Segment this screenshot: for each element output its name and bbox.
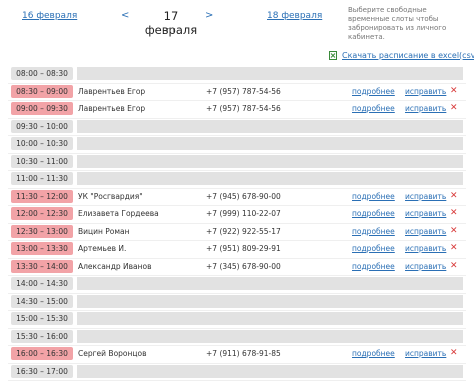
- schedule-row: 08:30 – 09:00 Лаврентьев Егор +7 (957) 787…: [8, 84, 466, 101]
- delete-icon[interactable]: ✕: [450, 190, 458, 203]
- booking-hint: Выберите свободные временные слоты чтобы…: [348, 6, 447, 41]
- edit-link[interactable]: исправить: [405, 190, 446, 203]
- delete-icon[interactable]: ✕: [450, 207, 458, 220]
- delete-icon[interactable]: ✕: [450, 102, 458, 115]
- schedule-row: 11:30 – 12:00 УК "Росгвардия" +7 (945) 678…: [8, 189, 466, 206]
- free-slot-bar[interactable]: [77, 294, 463, 308]
- free-slot-bar[interactable]: [77, 172, 463, 185]
- export-excel-label[interactable]: Скачать расписание в excel(csv): [342, 51, 474, 60]
- time-slot-badge[interactable]: 16:00 – 16:30: [11, 347, 73, 360]
- edit-link[interactable]: исправить: [405, 225, 446, 238]
- client-phone: +7 (951) 809-29-91: [206, 244, 281, 253]
- schedule-row: 16:00 – 16:30 Сергей Воронцов +7 (911) 678…: [8, 346, 466, 364]
- client-name: Артемьев И.: [78, 244, 127, 253]
- details-link[interactable]: подробнее: [352, 242, 395, 255]
- chevron-right-icon[interactable]: >: [205, 10, 213, 21]
- edit-link[interactable]: исправить: [405, 260, 446, 273]
- time-slot-badge[interactable]: 13:00 – 13:30: [11, 242, 73, 255]
- time-slot-badge[interactable]: 16:30 – 17:00: [11, 364, 73, 378]
- prev-day-link[interactable]: 16 февраля: [22, 11, 77, 21]
- details-link[interactable]: подробнее: [352, 225, 395, 238]
- client-name: Сергей Воронцов: [78, 349, 147, 358]
- client-name: Вицин Роман: [78, 226, 130, 236]
- details-link[interactable]: подробнее: [352, 347, 395, 360]
- free-slot-bar[interactable]: [77, 67, 463, 80]
- delete-icon[interactable]: ✕: [450, 242, 458, 255]
- time-slot-badge[interactable]: 08:30 – 09:00: [11, 84, 73, 98]
- schedule-row: 09:30 – 10:00: [8, 119, 466, 136]
- edit-link[interactable]: исправить: [405, 242, 446, 255]
- free-slot-bar[interactable]: [77, 277, 463, 290]
- schedule-row: 13:30 – 14:00 Александр Иванов +7 (345) 67…: [8, 259, 466, 276]
- chevron-left-icon[interactable]: <: [121, 10, 129, 21]
- delete-icon[interactable]: ✕: [450, 347, 458, 360]
- weekday-label: пт: [166, 26, 176, 34]
- client-name: Лаврентьев Егор: [78, 86, 146, 96]
- client-name: Александр Иванов: [78, 261, 152, 271]
- schedule-row: 14:30 – 15:00: [8, 294, 466, 311]
- free-slot-bar[interactable]: [77, 312, 463, 325]
- edit-link[interactable]: исправить: [405, 347, 446, 360]
- next-day-link[interactable]: 18 февраля: [267, 11, 322, 21]
- client-phone: +7 (957) 787-54-56: [206, 104, 281, 113]
- client-phone: +7 (999) 110-22-07: [206, 209, 281, 218]
- time-slot-badge[interactable]: 10:00 – 10:30: [11, 137, 73, 150]
- client-name: Лаврентьев Егор: [78, 104, 146, 113]
- details-link[interactable]: подробнее: [352, 207, 395, 220]
- client-name: УК "Росгвардия": [78, 191, 143, 201]
- details-link[interactable]: подробнее: [352, 260, 395, 273]
- schedule-row: 09:00 – 09:30 Лаврентьев Егор +7 (957) 787…: [8, 101, 466, 119]
- client-phone: +7 (922) 922-55-17: [206, 226, 281, 236]
- schedule-row: 10:00 – 10:30: [8, 136, 466, 154]
- schedule-row: 15:30 – 16:00: [8, 329, 466, 346]
- time-slot-badge[interactable]: 10:30 – 11:00: [11, 154, 73, 168]
- time-slot-badge[interactable]: 11:30 – 12:00: [11, 189, 73, 203]
- edit-link[interactable]: исправить: [405, 207, 446, 220]
- time-slot-badge[interactable]: 15:00 – 15:30: [11, 312, 73, 325]
- time-slot-badge[interactable]: 14:00 – 14:30: [11, 277, 73, 290]
- schedule-list: 08:00 – 08:30 08:30 – 09:00 Лаврентьев Его…: [8, 66, 466, 381]
- free-slot-bar[interactable]: [77, 329, 463, 343]
- delete-icon[interactable]: ✕: [450, 225, 458, 238]
- free-slot-bar[interactable]: [77, 364, 463, 378]
- delete-icon[interactable]: ✕: [450, 260, 458, 273]
- excel-icon: [329, 50, 337, 60]
- details-link[interactable]: подробнее: [352, 190, 395, 203]
- client-phone: +7 (945) 678-90-00: [206, 191, 281, 201]
- time-slot-badge[interactable]: 13:30 – 14:00: [11, 259, 73, 273]
- free-slot-bar[interactable]: [77, 137, 463, 150]
- client-phone: +7 (911) 678-91-85: [206, 349, 281, 358]
- time-slot-badge[interactable]: 09:30 – 10:00: [11, 119, 73, 133]
- edit-link[interactable]: исправить: [405, 102, 446, 115]
- schedule-row: 15:00 – 15:30: [8, 311, 466, 329]
- free-slot-bar[interactable]: [77, 154, 463, 168]
- time-slot-badge[interactable]: 14:30 – 15:00: [11, 294, 73, 308]
- delete-icon[interactable]: ✕: [450, 85, 458, 98]
- client-phone: +7 (957) 787-54-56: [206, 86, 281, 96]
- time-slot-badge[interactable]: 15:30 – 16:00: [11, 329, 73, 343]
- schedule-row: 16:30 – 17:00: [8, 364, 466, 381]
- client-phone: +7 (345) 678-90-00: [206, 261, 281, 271]
- schedule-row: 08:00 – 08:30: [8, 66, 466, 84]
- schedule-row: 11:00 – 11:30: [8, 171, 466, 189]
- schedule-row: 12:00 – 12:30 Елизавета Гордеева +7 (999) …: [8, 206, 466, 224]
- export-excel-button[interactable]: Скачать расписание в excel(csv): [329, 50, 474, 60]
- time-slot-badge[interactable]: 11:00 – 11:30: [11, 172, 73, 185]
- time-slot-badge[interactable]: 12:30 – 13:00: [11, 224, 73, 238]
- time-slot-badge[interactable]: 12:00 – 12:30: [11, 207, 73, 220]
- schedule-row: 10:30 – 11:00: [8, 154, 466, 171]
- details-link[interactable]: подробнее: [352, 85, 395, 98]
- client-name: Елизавета Гордеева: [78, 209, 159, 218]
- edit-link[interactable]: исправить: [405, 85, 446, 98]
- time-slot-badge[interactable]: 08:00 – 08:30: [11, 67, 73, 80]
- schedule-row: 14:00 – 14:30: [8, 276, 466, 294]
- free-slot-bar[interactable]: [77, 119, 463, 133]
- schedule-row: 12:30 – 13:00 Вицин Роман +7 (922) 922-55-…: [8, 224, 466, 241]
- schedule-row: 13:00 – 13:30 Артемьев И. +7 (951) 809-29-…: [8, 241, 466, 259]
- time-slot-badge[interactable]: 09:00 – 09:30: [11, 102, 73, 115]
- details-link[interactable]: подробнее: [352, 102, 395, 115]
- row-divider: [8, 380, 466, 381]
